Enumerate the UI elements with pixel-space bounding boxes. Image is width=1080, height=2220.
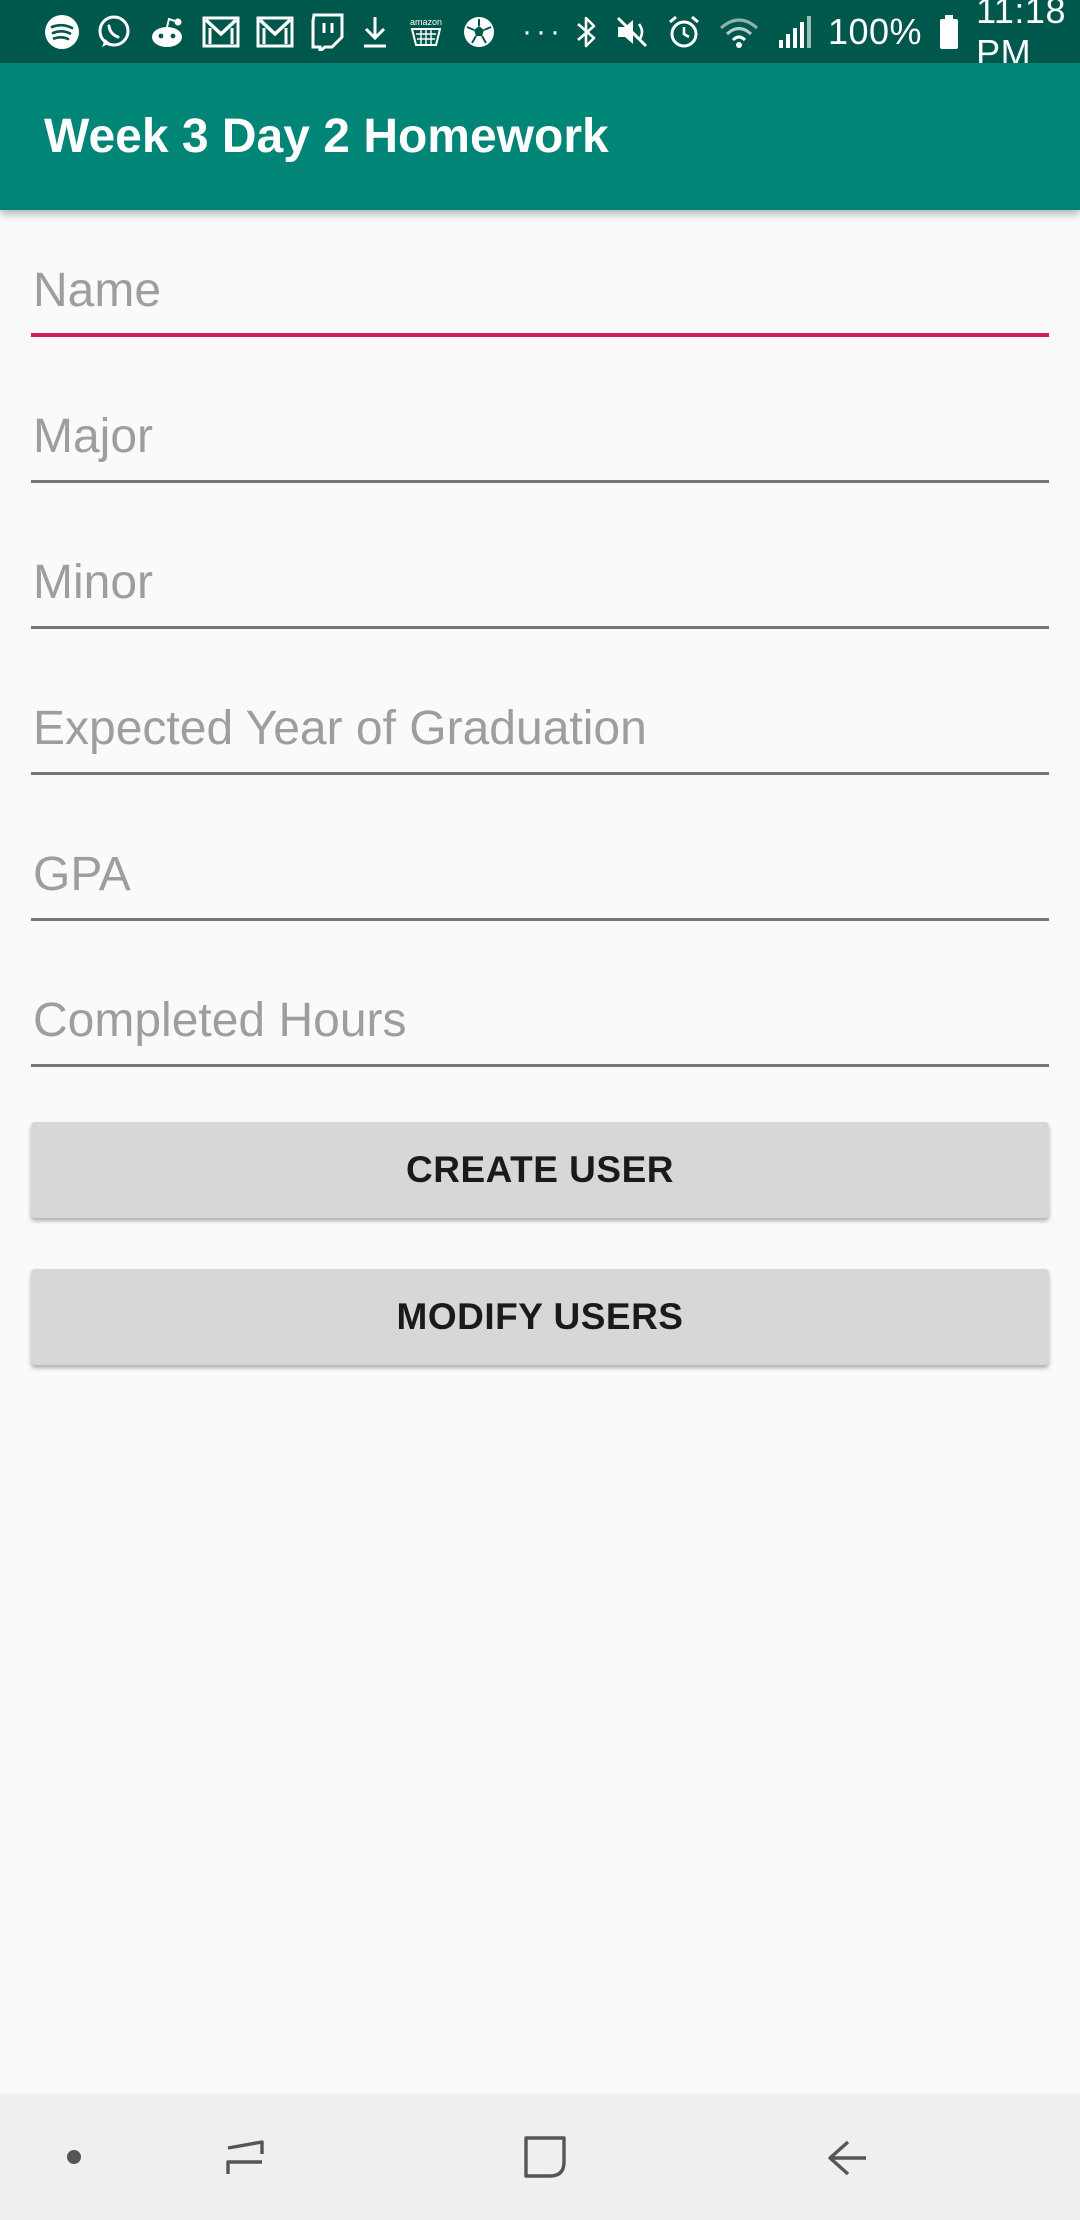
- completed-hours-input[interactable]: [31, 993, 1049, 1048]
- home-icon[interactable]: [500, 2094, 590, 2220]
- name-field: [31, 247, 1049, 337]
- whatsapp-icon: [96, 12, 132, 52]
- back-icon[interactable]: [802, 2094, 892, 2220]
- recents-icon[interactable]: [200, 2094, 290, 2220]
- bluetooth-icon: [574, 12, 598, 52]
- graduation-year-input[interactable]: [31, 701, 1049, 756]
- minor-field: [31, 539, 1049, 629]
- gpa-input[interactable]: [31, 847, 1049, 902]
- gmail-icon: [256, 12, 294, 52]
- gpa-field: [31, 831, 1049, 921]
- app-title: Week 3 Day 2 Homework: [44, 110, 609, 163]
- graduation-year-field: [31, 685, 1049, 775]
- mute-icon: [614, 12, 650, 52]
- wifi-icon: [718, 12, 760, 52]
- svg-text:amazon: amazon: [410, 17, 442, 27]
- notification-icons: amazon ···: [44, 12, 574, 52]
- completed-hours-field: [31, 977, 1049, 1067]
- name-input[interactable]: [31, 262, 1049, 318]
- minor-input[interactable]: [31, 555, 1049, 610]
- major-input[interactable]: [31, 409, 1049, 464]
- status-bar: amazon ··· 100% 11:18 PM: [0, 0, 1080, 73]
- overflow-dots: ···: [522, 14, 564, 48]
- gmail-icon: [202, 12, 240, 52]
- alarm-icon: [666, 12, 702, 52]
- signal-icon: [776, 12, 812, 52]
- soccer-ball-icon: [462, 12, 496, 52]
- navigation-bar: [0, 2094, 1080, 2220]
- app-bar: Week 3 Day 2 Homework: [0, 63, 1080, 210]
- download-icon: [360, 12, 390, 52]
- major-field: [31, 393, 1049, 483]
- battery-icon: [938, 12, 960, 52]
- create-user-button[interactable]: CREATE USER: [31, 1122, 1049, 1218]
- battery-percent: 100%: [827, 10, 923, 52]
- dot-icon[interactable]: [44, 2094, 104, 2220]
- twitch-icon: [310, 12, 344, 52]
- spotify-icon: [44, 12, 80, 52]
- reddit-icon: [148, 12, 186, 52]
- amazon-icon: amazon: [406, 12, 446, 52]
- modify-users-button[interactable]: MODIFY USERS: [31, 1269, 1049, 1365]
